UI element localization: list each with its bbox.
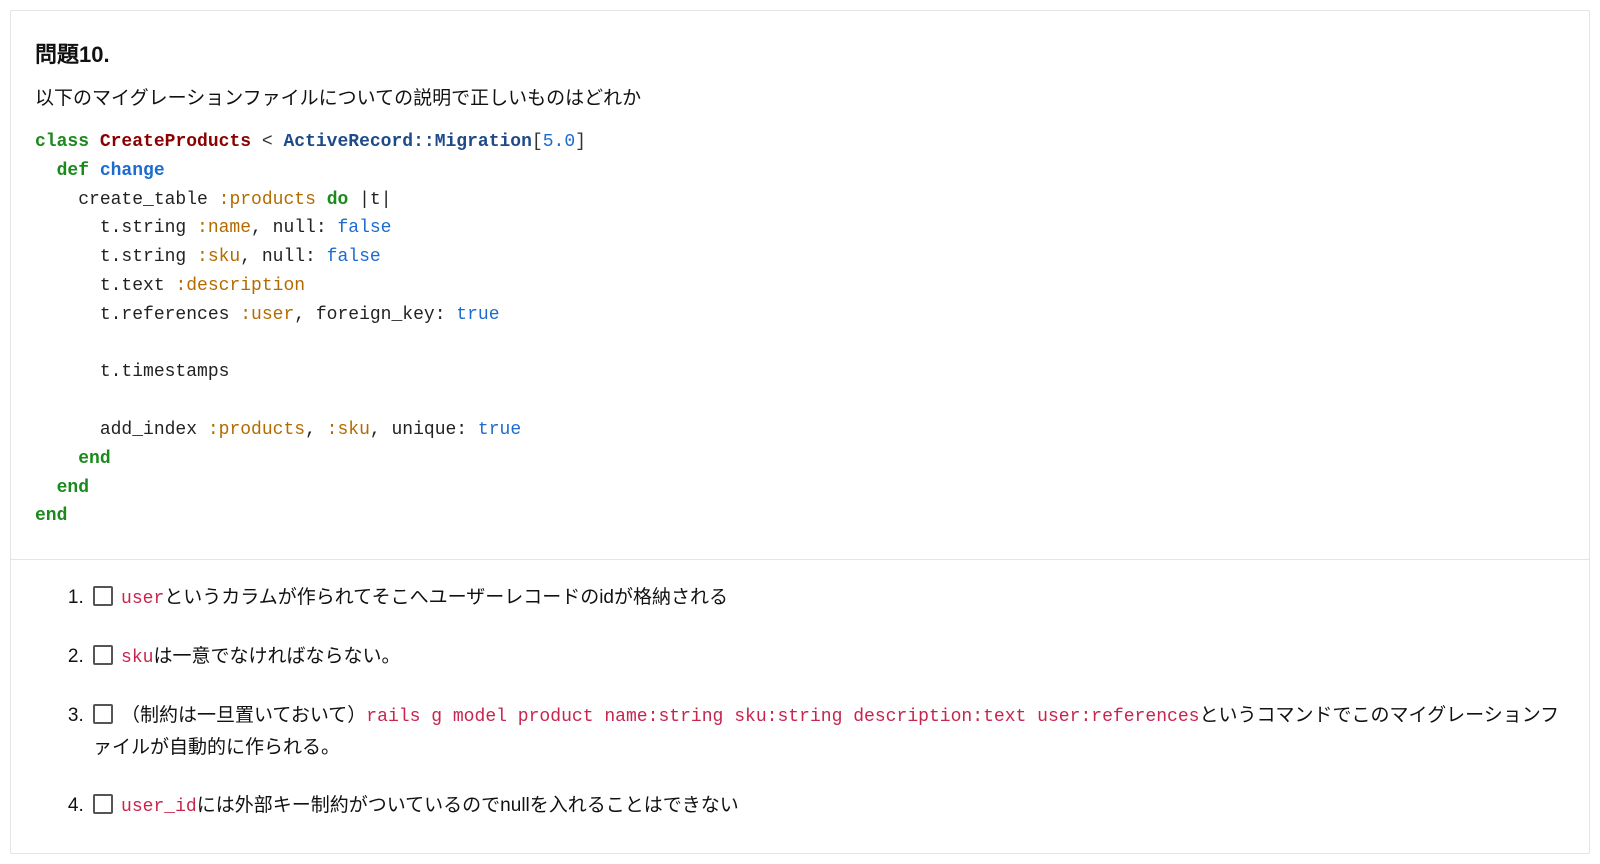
question-option: skuは一意でなければならない。 (89, 641, 1565, 674)
code-token: < (251, 132, 283, 152)
code-token: false (337, 218, 391, 238)
question-card: 問題10. 以下のマイグレーションファイルについての説明で正しいものはどれか c… (10, 10, 1590, 854)
code-token: t.text (100, 276, 176, 296)
code-token: ] (575, 132, 586, 152)
question-option: userというカラムが作られてそこへユーザーレコードのidが格納される (89, 582, 1565, 615)
question-description: 以下のマイグレーションファイルについての説明で正しいものはどれか (35, 83, 1565, 110)
code-token: , null: (240, 247, 326, 267)
option-checkbox[interactable] (93, 645, 113, 665)
code-token: ActiveRecord::Migration (283, 132, 531, 152)
code-line: def change (35, 161, 165, 181)
question-code-block: class CreateProducts < ActiveRecord::Mig… (35, 128, 1565, 531)
code-line: t.string :sku, null: false (35, 247, 381, 267)
code-token: do (327, 190, 349, 210)
code-line: t.references :user, foreign_key: true (35, 305, 500, 325)
code-token: , (305, 420, 327, 440)
code-line: end (35, 506, 67, 526)
option-text: は一意でなければならない。 (153, 646, 400, 667)
code-token: :name (197, 218, 251, 238)
code-line: class CreateProducts < ActiveRecord::Mig… (35, 132, 586, 152)
option-checkbox[interactable] (93, 794, 113, 814)
code-line: end (35, 478, 89, 498)
code-token: t.string (100, 218, 197, 238)
code-token: :sku (327, 420, 370, 440)
question-options-section: userというカラムが作られてそこへユーザーレコードのidが格納される skuは一… (11, 560, 1589, 853)
question-option: （制約は一旦置いておいて）rails g model product name:… (89, 700, 1565, 765)
code-line: end (35, 449, 111, 469)
code-line: create_table :products do |t| (35, 190, 392, 210)
code-token: end (35, 506, 67, 526)
question-header-section: 問題10. 以下のマイグレーションファイルについての説明で正しいものはどれか c… (11, 11, 1589, 560)
code-token: :products (219, 190, 316, 210)
code-token: create_table (78, 190, 218, 210)
code-token: , null: (251, 218, 337, 238)
option-text: というカラムが作られてそこへユーザーレコードのidが格納される (164, 587, 728, 608)
code-token: true (478, 420, 521, 440)
option-text: （制約は一旦置いておいて） (121, 705, 366, 726)
option-code: rails g model product name:string sku:st… (366, 707, 1199, 727)
code-token: end (57, 478, 89, 498)
code-line: t.timestamps (35, 362, 229, 382)
code-token: , foreign_key: (294, 305, 456, 325)
code-token: :user (240, 305, 294, 325)
code-token: true (456, 305, 499, 325)
option-code: sku (121, 648, 153, 668)
option-checkbox[interactable] (93, 586, 113, 606)
code-token: , unique: (370, 420, 478, 440)
code-token: t.references (100, 305, 240, 325)
code-token: def (57, 161, 89, 181)
code-token: add_index (100, 420, 208, 440)
code-token: CreateProducts (100, 132, 251, 152)
code-token: [ (532, 132, 543, 152)
code-token (89, 161, 100, 181)
question-title: 問題10. (35, 37, 1565, 69)
code-line: add_index :products, :sku, unique: true (35, 420, 521, 440)
code-token: 5.0 (543, 132, 575, 152)
code-line: t.string :name, null: false (35, 218, 391, 238)
option-code: user (121, 589, 164, 609)
option-code: user_id (121, 797, 197, 817)
code-token: change (100, 161, 165, 181)
option-text: には外部キー制約がついているのでnullを入れることはできない (197, 795, 739, 816)
option-checkbox[interactable] (93, 704, 113, 724)
code-token: :products (208, 420, 305, 440)
code-token: class (35, 132, 89, 152)
code-token: t.string (100, 247, 197, 267)
question-option: user_idには外部キー制約がついているのでnullを入れることはできない (89, 790, 1565, 823)
code-token: false (327, 247, 381, 267)
code-token: |t| (348, 190, 391, 210)
code-token (89, 132, 100, 152)
code-token: t.timestamps (100, 362, 230, 382)
code-token (316, 190, 327, 210)
question-options-list: userというカラムが作られてそこへユーザーレコードのidが格納される skuは一… (35, 582, 1565, 823)
code-token: :sku (197, 247, 240, 267)
code-token: end (78, 449, 110, 469)
code-line: t.text :description (35, 276, 305, 296)
code-token: :description (175, 276, 305, 296)
